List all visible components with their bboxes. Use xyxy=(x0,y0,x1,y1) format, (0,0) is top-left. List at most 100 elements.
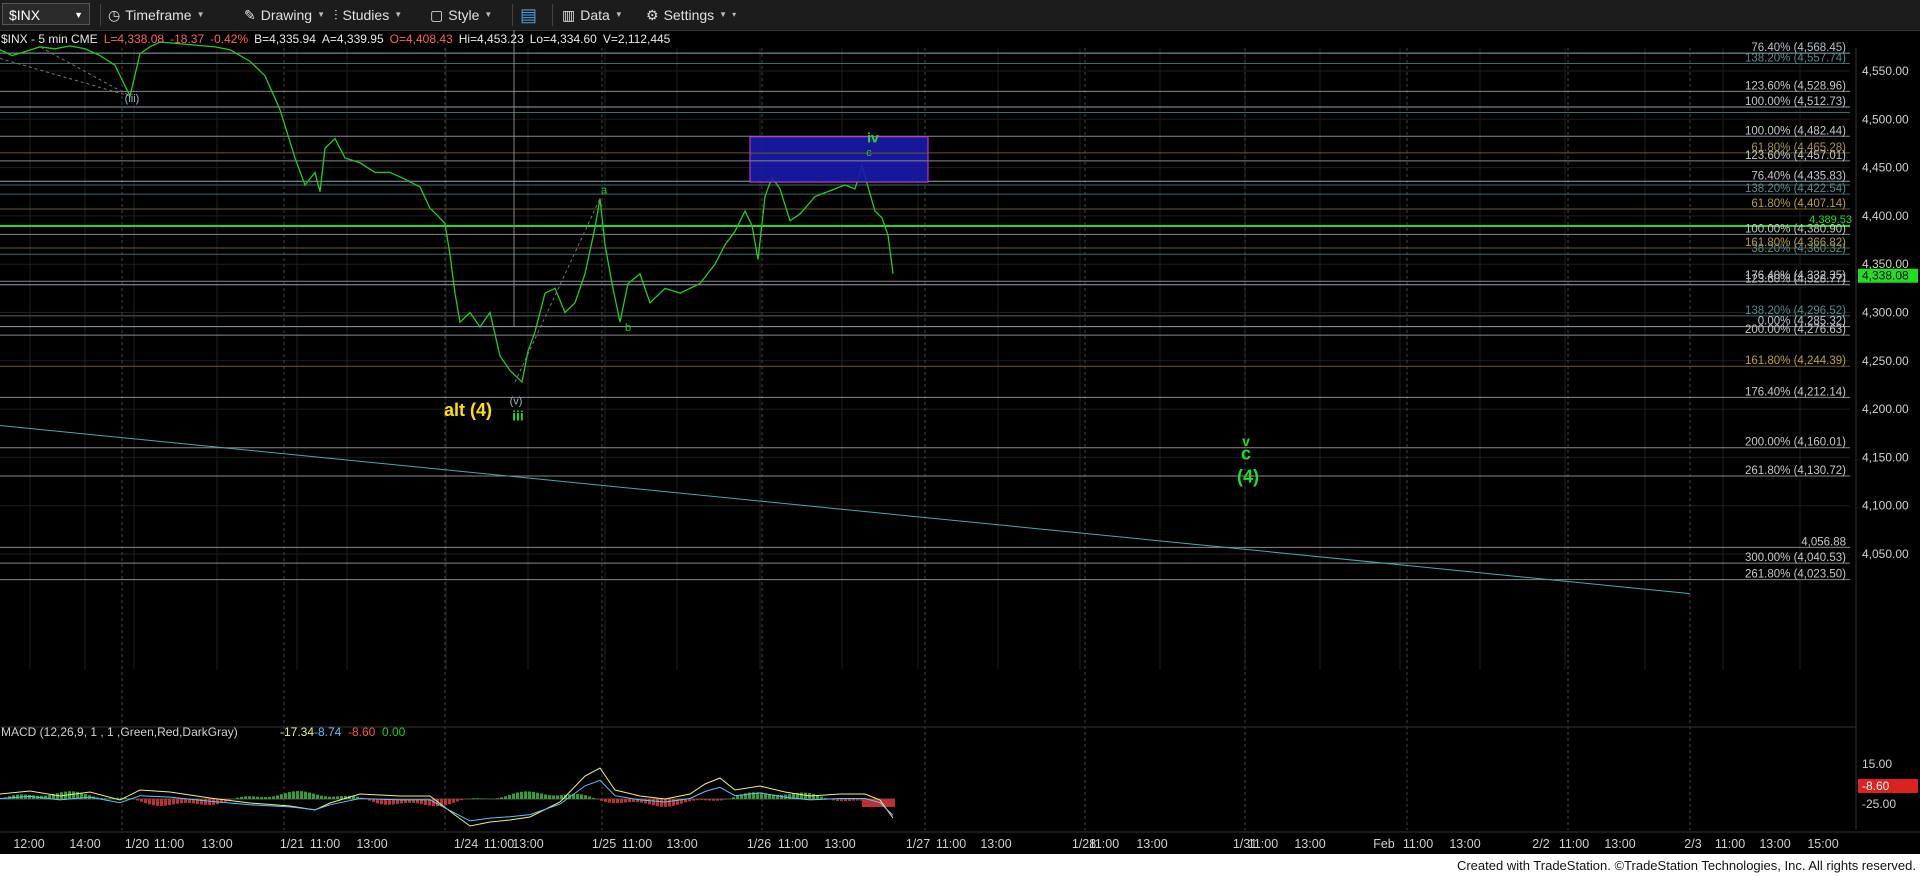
macd-bar xyxy=(560,795,563,799)
macd-bar xyxy=(536,792,539,799)
trendline xyxy=(0,425,1691,595)
wave-label: c xyxy=(1241,443,1251,463)
macd-bar xyxy=(716,799,719,801)
copyright-text: Created with TradeStation. ©TradeStation… xyxy=(1456,858,1916,873)
macd-bar xyxy=(612,799,615,804)
macd-bar xyxy=(588,796,591,799)
quote-open: O=4,408.43 xyxy=(390,32,453,46)
wave-label: a xyxy=(601,185,608,197)
macd-bar xyxy=(848,799,851,801)
quote-bid: B=4,335.94 xyxy=(254,32,316,46)
chart-overlays xyxy=(0,136,1691,595)
macd-bar xyxy=(152,799,155,806)
macd-bar xyxy=(184,799,187,803)
price-tick: 4,100.00 xyxy=(1862,499,1909,513)
quote-line: $INX - 5 min CME L=4,338.08 -18.37 -0.42% B=… xyxy=(1,32,671,46)
symbol-selector[interactable]: $INX ▼ xyxy=(2,3,90,25)
macd-bar xyxy=(452,799,455,803)
fib-label: 61.80% (4,407.14) xyxy=(1751,198,1846,210)
macd-bar xyxy=(104,798,107,799)
time-tick: 13:00 xyxy=(356,837,387,851)
fib-label: 123.60% (4,328.77) xyxy=(1745,274,1846,286)
chevron-down-icon: ▼ xyxy=(196,10,205,19)
timeframe-menu[interactable]: ◷ Timeframe ▼ xyxy=(108,4,205,26)
fib-label: 123.60% (4,528.96) xyxy=(1745,80,1846,92)
macd-bar xyxy=(476,798,479,799)
price-tick: 4,550.00 xyxy=(1862,64,1909,78)
macd-bar xyxy=(336,796,339,799)
time-tick: 15:00 xyxy=(1807,837,1838,851)
macd-bar xyxy=(836,799,839,802)
bar-chart-icon: ▥ xyxy=(562,7,576,23)
time-tick: 11:00 xyxy=(310,837,340,851)
time-tick: 11:00 xyxy=(1559,837,1589,851)
macd-bar xyxy=(696,799,699,801)
fib-label: 123.60% (4,457.01) xyxy=(1745,150,1846,162)
time-tick: 1/21 xyxy=(280,837,304,851)
time-tick: 11:00 xyxy=(936,837,966,851)
drawing-menu[interactable]: ✎ Drawing ▼ xyxy=(244,4,325,26)
price-tick: 4,250.00 xyxy=(1862,354,1909,368)
time-tick: 11:00 xyxy=(1089,837,1119,851)
macd-bar xyxy=(788,794,791,799)
macd-bar xyxy=(328,796,331,799)
macd-bar xyxy=(620,799,623,803)
time-tick: 1/26 xyxy=(747,837,771,851)
macd-bar xyxy=(504,796,507,799)
macd-bar xyxy=(496,798,499,799)
macd-bar xyxy=(800,792,803,799)
symbol-text: $INX xyxy=(9,7,41,23)
fib-label: 138.20% (4,557.74) xyxy=(1745,53,1846,65)
macd-bar xyxy=(812,793,815,799)
chevron-down-icon: ▼ xyxy=(394,10,403,19)
fib-label: 200.00% (4,276.63) xyxy=(1745,324,1846,336)
fib-label: 200.00% (4,160.01) xyxy=(1745,437,1846,449)
time-tick: 13:00 xyxy=(1294,837,1325,851)
macd-bar xyxy=(862,799,894,807)
macd-bar xyxy=(512,793,515,799)
macd-bar xyxy=(668,799,671,807)
macd-bar xyxy=(472,798,475,799)
time-tick: 2/2 xyxy=(1532,837,1549,851)
studies-menu[interactable]: ⫶ Studies ▼ xyxy=(334,4,402,26)
macd-bar xyxy=(532,791,535,799)
fib-label: 138.20% (4,422.54) xyxy=(1745,183,1846,195)
macd-hist-value: -8.60 xyxy=(348,725,376,739)
macd-bar xyxy=(720,799,723,801)
macd-bar xyxy=(204,799,207,806)
price-tick: 4,450.00 xyxy=(1862,161,1909,175)
macd-bar xyxy=(264,797,267,799)
price-chart[interactable]: 76.40% (4,568.45)138.20% (4,557.74)123.6… xyxy=(0,30,1920,854)
macd-pane: MACD (12,26,9, 1 , 1 ,Green,Red,DarkGray… xyxy=(0,725,1918,827)
chevron-down-icon: ▼ xyxy=(719,10,728,19)
time-tick: 11:00 xyxy=(778,837,808,851)
macd-bar xyxy=(508,794,511,799)
quote-low: Lo=4,334.60 xyxy=(530,32,597,46)
macd-bar xyxy=(136,799,139,801)
macd-bar xyxy=(544,794,547,799)
style-menu[interactable]: ▢ Style ▼ xyxy=(430,4,492,26)
time-tick: 13:00 xyxy=(980,837,1011,851)
fib-label: 4,056.88 xyxy=(1801,536,1846,548)
macd-bar xyxy=(168,799,171,806)
data-menu[interactable]: ▥ Data ▼ xyxy=(562,4,623,26)
quote-pct: -0.42% xyxy=(210,32,248,46)
layout-icon[interactable]: ▤ xyxy=(520,4,537,26)
macd-bar xyxy=(724,799,727,800)
time-tick: 14:00 xyxy=(69,837,100,851)
quote-volume: V=2,112,445 xyxy=(603,32,671,46)
macd-bar xyxy=(244,796,247,799)
price-tick: 4,150.00 xyxy=(1862,450,1909,464)
macd-bar xyxy=(172,799,175,805)
macd-bar xyxy=(288,792,291,799)
time-tick: 11:00 xyxy=(1403,837,1433,851)
macd-bar xyxy=(256,796,259,799)
price-tick: 4,300.00 xyxy=(1862,306,1909,320)
macd-bar xyxy=(840,799,843,802)
wave-label: c xyxy=(866,147,872,159)
macd-bar xyxy=(312,793,315,799)
macd-bar xyxy=(524,791,527,799)
macd-bar xyxy=(660,799,663,807)
macd-bar xyxy=(624,799,627,803)
settings-menu[interactable]: ⚙ Settings ▼ ▾ xyxy=(646,4,736,26)
